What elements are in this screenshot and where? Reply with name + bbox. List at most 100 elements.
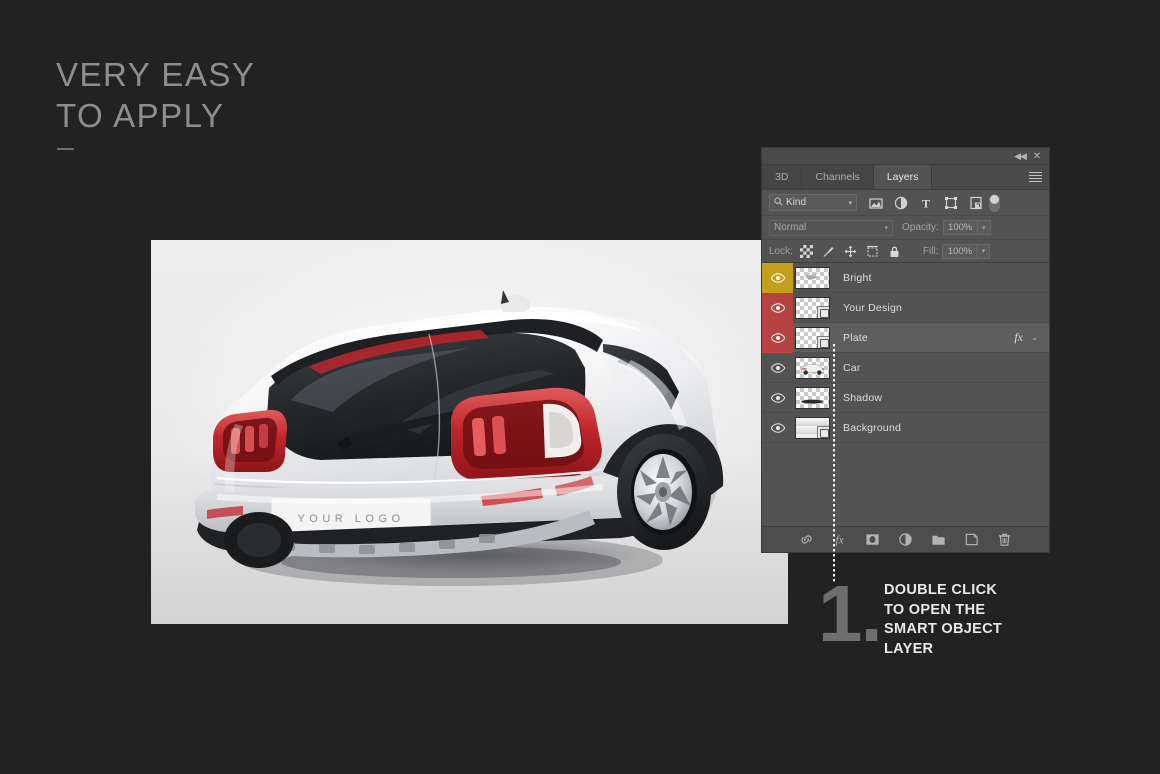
layer-name: Plate [843, 331, 868, 344]
smart-object-badge-icon [817, 305, 829, 318]
layer-fx-badge[interactable]: fx [1014, 330, 1023, 345]
opacity-value: 100% [948, 222, 973, 233]
delete-layer-icon[interactable] [997, 532, 1012, 547]
blend-mode-value: Normal [774, 222, 807, 233]
chevron-down-icon: ▾ [848, 199, 852, 207]
svg-text:T: T [922, 196, 930, 210]
layer-name: Shadow [843, 391, 883, 404]
callout-text: DOUBLE CLICK TO OPEN THE SMART OBJECT LA… [884, 581, 1002, 659]
svg-text:fx: fx [835, 534, 843, 546]
filter-type-icon[interactable]: T [919, 196, 933, 210]
table-row[interactable]: Plate fx ⌄ [762, 322, 1049, 353]
license-plate-text: YOUR LOGO [297, 513, 404, 525]
layer-filter-bar: Kind ▾ T [762, 190, 1049, 216]
filter-smart-object-icon[interactable] [969, 196, 983, 210]
car-mockup-photo: YOUR LOGO [151, 240, 788, 624]
table-row[interactable]: Your Design [762, 292, 1049, 323]
eye-icon [770, 332, 785, 343]
layer-thumbnail[interactable] [795, 296, 830, 319]
page-title: VERY EASY TO APPLY [56, 54, 255, 136]
filter-enable-toggle[interactable] [989, 193, 1000, 212]
fill-stepper-icon[interactable]: ▾ [977, 243, 991, 259]
opacity-input[interactable]: 100% [942, 220, 978, 235]
panel-bottom-toolbar: fx [762, 526, 1049, 552]
add-layer-mask-icon[interactable] [865, 532, 880, 547]
callout-line-2: TO OPEN THE [884, 601, 986, 618]
fill-input[interactable]: 100% [942, 243, 978, 259]
layer-name: Bright [843, 271, 872, 284]
collapse-panel-icon[interactable]: ◀◀ [1014, 151, 1027, 162]
car-illustration: YOUR LOGO [195, 290, 724, 586]
layer-visibility-toggle[interactable] [762, 353, 793, 383]
callout-line-4: LAYER [884, 640, 934, 657]
blend-mode-select[interactable]: Normal ▾ [769, 219, 893, 236]
filter-kind-label: Kind [786, 197, 807, 208]
chevron-down-icon: ▾ [884, 224, 888, 232]
headline-dash [57, 148, 74, 150]
layer-visibility-toggle[interactable] [762, 413, 793, 443]
callout-number: 1. [818, 569, 883, 658]
headline-line-2: TO APPLY [56, 97, 225, 134]
new-group-icon[interactable] [931, 532, 946, 547]
fill-label: Fill: [922, 245, 939, 257]
opacity-stepper-icon[interactable]: ▾ [977, 220, 991, 235]
panel-tabs: 3D Channels Layers [762, 165, 1049, 190]
eye-icon [770, 302, 785, 313]
layer-thumbnail[interactable] [795, 266, 830, 289]
lock-artboard-icon[interactable] [866, 245, 879, 258]
layer-visibility-toggle[interactable] [762, 383, 793, 413]
poster-canvas: VERY EASY TO APPLY YOUR LOGO ◀◀ ✕ 3D Cha… [0, 0, 1160, 774]
link-layers-icon[interactable] [799, 532, 814, 547]
lock-transparency-icon[interactable] [799, 244, 813, 258]
close-panel-icon[interactable]: ✕ [1031, 151, 1043, 162]
eye-icon [770, 362, 785, 373]
smart-object-badge-icon [817, 425, 829, 438]
photoshop-layers-panel: ◀◀ ✕ 3D Channels Layers Kind ▾ T Normal … [762, 148, 1049, 552]
eye-icon [770, 272, 785, 283]
layer-name: Background [843, 421, 902, 434]
layer-visibility-toggle[interactable] [762, 262, 793, 293]
callout-line-3: SMART OBJECT [884, 621, 1002, 637]
tab-channels-label: Channels [815, 171, 860, 183]
lock-position-icon[interactable] [844, 245, 857, 258]
tab-3d-label: 3D [775, 171, 789, 183]
new-adjustment-layer-icon[interactable] [898, 532, 913, 547]
panel-menu-icon[interactable] [1029, 172, 1042, 183]
smart-object-badge-icon [817, 335, 829, 348]
tab-layers-label: Layers [886, 171, 919, 183]
lock-image-icon[interactable] [822, 245, 835, 258]
filter-shape-icon[interactable] [944, 196, 958, 210]
table-row[interactable]: Car [762, 353, 1049, 383]
layer-visibility-toggle[interactable] [762, 292, 793, 323]
layer-thumbnail[interactable] [795, 326, 830, 349]
table-row[interactable]: Background [762, 413, 1049, 443]
lock-row: Lock: Fill: 100% ▾ [762, 240, 1049, 263]
filter-adjustment-icon[interactable] [894, 196, 908, 210]
filter-pixel-icon[interactable] [869, 196, 883, 210]
layer-thumbnail[interactable] [795, 356, 830, 379]
blend-mode-row: Normal ▾ Opacity: 100% ▾ [762, 216, 1049, 240]
callout-guide-line [833, 344, 835, 582]
chevron-down-icon[interactable]: ⌄ [1031, 333, 1038, 342]
headline-line-1: VERY EASY [56, 56, 256, 93]
eye-icon [770, 422, 785, 433]
table-row[interactable]: Shadow [762, 383, 1049, 413]
callout-line-1: DOUBLE CLICK [884, 582, 998, 598]
tab-channels[interactable]: Channels [802, 165, 874, 189]
layer-visibility-toggle[interactable] [762, 322, 793, 353]
tab-layers[interactable]: Layers [873, 165, 933, 189]
tab-3d[interactable]: 3D [762, 165, 803, 189]
opacity-label: Opacity: [902, 222, 939, 233]
lock-label: Lock: [769, 245, 793, 257]
layer-thumbnail[interactable] [795, 386, 830, 409]
layer-name: Your Design [843, 301, 903, 314]
layer-thumbnail[interactable] [795, 416, 830, 439]
fill-value: 100% [947, 245, 973, 257]
panel-titlebar: ◀◀ ✕ [762, 148, 1049, 165]
eye-icon [770, 392, 785, 403]
lock-all-icon[interactable] [888, 245, 901, 258]
layers-list: Bright Your Design Plate fx ⌄ Car Shadow… [762, 262, 1049, 443]
new-layer-icon[interactable] [964, 532, 979, 547]
table-row[interactable]: Bright [762, 262, 1049, 293]
filter-kind-select[interactable]: Kind ▾ [769, 194, 857, 211]
